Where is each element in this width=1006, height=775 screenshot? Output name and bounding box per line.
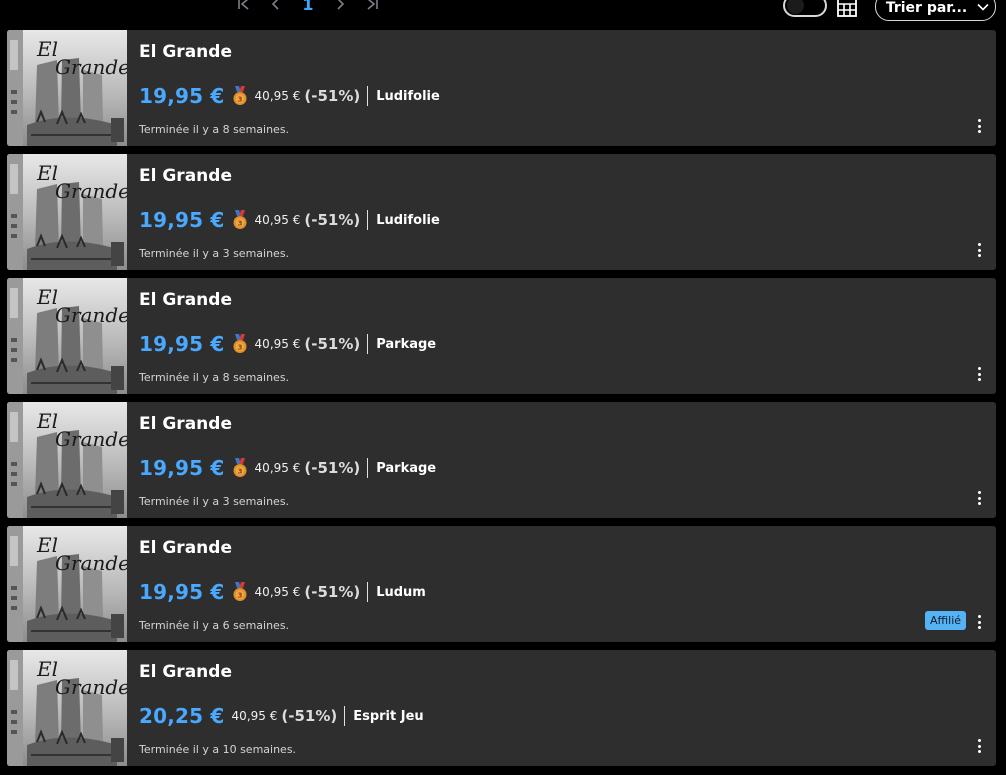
svg-text:3: 3 — [237, 468, 242, 476]
medal-icon: 3 — [232, 582, 248, 602]
discount-percent: (-51%) — [304, 459, 361, 477]
original-price: 40,95 € — [254, 337, 301, 351]
separator — [367, 582, 369, 602]
medal-icon: 3 — [232, 458, 248, 478]
shop-name[interactable]: Parkage — [376, 337, 436, 352]
first-page-icon[interactable] — [228, 0, 260, 16]
el-grande-box-cover[interactable]: El Grande — [7, 30, 127, 146]
el-grande-box-cover[interactable]: El Grande — [7, 278, 127, 394]
svg-text:Grande: Grande — [55, 427, 127, 451]
grid-view-icon[interactable] — [837, 0, 857, 17]
svg-text:3: 3 — [237, 344, 242, 352]
separator — [367, 86, 369, 106]
discount-percent: (-51%) — [281, 707, 338, 725]
current-price: 19,95 € — [139, 332, 225, 356]
ended-status: Terminée il y a 8 semaines. — [139, 371, 290, 384]
offer-card[interactable]: El Grande El Grande 19,95 € 3 40,95 € (-… — [7, 526, 996, 642]
ended-status: Terminée il y a 3 semaines. — [139, 495, 290, 508]
current-price: 19,95 € — [139, 580, 225, 604]
affiliate-badge: Affilié — [925, 611, 967, 630]
more-vertical-icon[interactable] — [973, 490, 985, 506]
more-vertical-icon[interactable] — [973, 366, 985, 382]
sort-label: Trier par... — [885, 0, 968, 16]
discount-percent: (-51%) — [304, 335, 361, 353]
offer-title[interactable]: El Grande — [139, 662, 232, 682]
price-row: 19,95 € 3 40,95 € (-51%) Parkage — [139, 456, 436, 480]
offer-title[interactable]: El Grande — [139, 42, 232, 62]
el-grande-box-cover[interactable]: El Grande — [7, 402, 127, 518]
svg-text:Grande: Grande — [55, 551, 127, 575]
svg-text:Grande: Grande — [55, 675, 127, 699]
price-row: 19,95 € 3 40,95 € (-51%) Parkage — [139, 332, 436, 356]
svg-text:3: 3 — [237, 96, 242, 104]
ended-status: Terminée il y a 10 semaines. — [139, 743, 297, 756]
current-page-number[interactable]: 1 — [292, 0, 324, 16]
discount-percent: (-51%) — [304, 211, 361, 229]
offer-title[interactable]: El Grande — [139, 290, 232, 310]
ended-status: Terminée il y a 6 semaines. — [139, 619, 290, 632]
chevron-down-icon — [977, 0, 989, 15]
svg-text:Grande: Grande — [55, 179, 127, 203]
separator — [344, 706, 346, 726]
discount-percent: (-51%) — [304, 87, 361, 105]
original-price: 40,95 € — [254, 585, 301, 599]
shop-name[interactable]: Ludifolie — [376, 213, 440, 228]
toggle-knob — [787, 0, 804, 14]
ended-status: Terminée il y a 8 semaines. — [139, 123, 290, 136]
price-row: 19,95 € 3 40,95 € (-51%) Ludum — [139, 580, 426, 604]
svg-text:3: 3 — [237, 220, 242, 228]
ended-status: Terminée il y a 3 semaines. — [139, 247, 290, 260]
original-price: 40,95 € — [254, 89, 301, 103]
next-page-icon[interactable] — [324, 0, 356, 16]
offer-title[interactable]: El Grande — [139, 414, 232, 434]
medal-icon: 3 — [232, 334, 248, 354]
discount-percent: (-51%) — [304, 583, 361, 601]
offer-title[interactable]: El Grande — [139, 166, 232, 186]
separator — [367, 210, 369, 230]
current-price: 19,95 € — [139, 208, 225, 232]
sort-dropdown[interactable]: Trier par... — [875, 0, 996, 21]
offer-title[interactable]: El Grande — [139, 538, 232, 558]
el-grande-box-cover[interactable]: El Grande — [7, 526, 127, 642]
current-price: 19,95 € — [139, 456, 225, 480]
price-row: 20,25 € 40,95 € (-51%) Esprit Jeu — [139, 704, 424, 728]
more-vertical-icon[interactable] — [973, 738, 985, 754]
offer-card[interactable]: El Grande El Grande 19,95 € 3 40,95 € (-… — [7, 154, 996, 270]
offer-list: El Grande El Grande 19,95 € 3 40,95 € (-… — [7, 30, 996, 774]
offer-card[interactable]: El Grande El Grande 20,25 € 40,95 € (-51… — [7, 650, 996, 766]
top-toolbar: 1 Trier par... — [0, 0, 1006, 28]
svg-text:Grande: Grande — [55, 303, 127, 327]
shop-name[interactable]: Ludum — [376, 585, 426, 600]
offer-card[interactable]: El Grande El Grande 19,95 € 3 40,95 € (-… — [7, 30, 996, 146]
offer-card[interactable]: El Grande El Grande 19,95 € 3 40,95 € (-… — [7, 402, 996, 518]
more-vertical-icon[interactable] — [973, 242, 985, 258]
prev-page-icon[interactable] — [260, 0, 292, 16]
separator — [367, 334, 369, 354]
more-vertical-icon[interactable] — [973, 614, 985, 630]
svg-text:Grande: Grande — [55, 55, 127, 79]
pagination: 1 — [228, 0, 388, 16]
shop-name[interactable]: Ludifolie — [376, 89, 440, 104]
offer-card[interactable]: El Grande El Grande 19,95 € 3 40,95 € (-… — [7, 278, 996, 394]
price-row: 19,95 € 3 40,95 € (-51%) Ludifolie — [139, 208, 440, 232]
medal-icon: 3 — [232, 210, 248, 230]
view-toggle[interactable] — [783, 0, 827, 17]
shop-name[interactable]: Parkage — [376, 461, 436, 476]
more-vertical-icon[interactable] — [973, 118, 985, 134]
original-price: 40,95 € — [231, 709, 278, 723]
medal-icon: 3 — [232, 86, 248, 106]
original-price: 40,95 € — [254, 461, 301, 475]
original-price: 40,95 € — [254, 213, 301, 227]
last-page-icon[interactable] — [356, 0, 388, 16]
current-price: 19,95 € — [139, 84, 225, 108]
el-grande-box-cover[interactable]: El Grande — [7, 154, 127, 270]
shop-name[interactable]: Esprit Jeu — [353, 709, 423, 724]
separator — [367, 458, 369, 478]
current-price: 20,25 € — [139, 704, 225, 728]
el-grande-box-cover[interactable]: El Grande — [7, 650, 127, 766]
svg-text:3: 3 — [237, 592, 242, 600]
price-row: 19,95 € 3 40,95 € (-51%) Ludifolie — [139, 84, 440, 108]
